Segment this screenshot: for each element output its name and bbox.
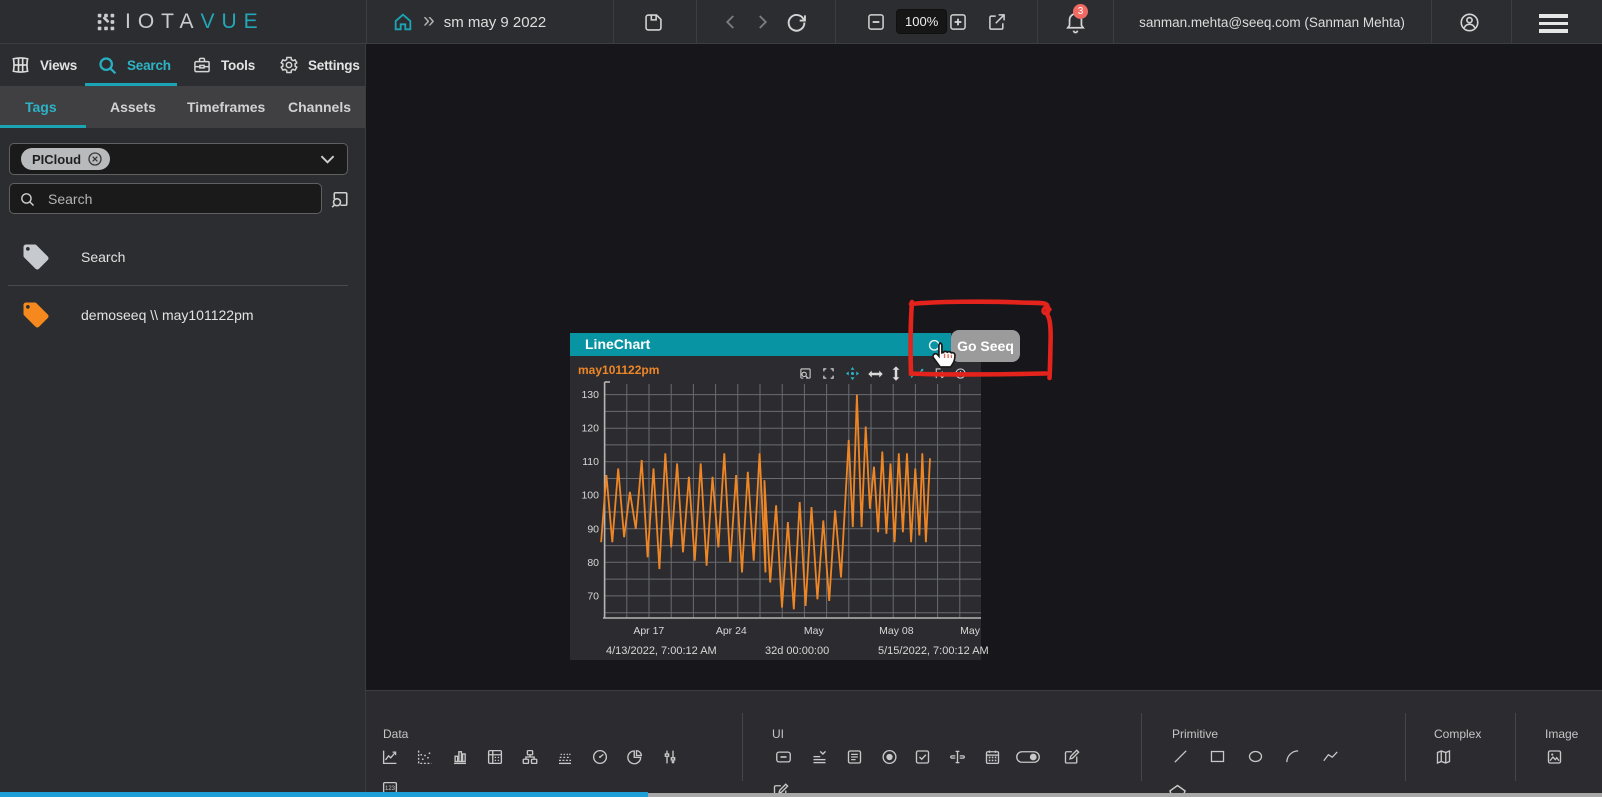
- svg-text:70: 70: [587, 590, 599, 602]
- svg-text:110: 110: [582, 456, 599, 468]
- svg-text:100: 100: [581, 490, 599, 502]
- svg-text:130: 130: [581, 389, 599, 401]
- svg-text:80: 80: [587, 557, 599, 569]
- svg-text:May 08: May 08: [879, 625, 914, 637]
- svg-text:90: 90: [587, 523, 599, 535]
- svg-text:Apr 24: Apr 24: [716, 625, 747, 637]
- svg-text:120: 120: [581, 423, 599, 435]
- svg-text:May: May: [960, 625, 981, 637]
- svg-text:Apr 17: Apr 17: [633, 625, 664, 637]
- svg-text:May: May: [804, 625, 825, 637]
